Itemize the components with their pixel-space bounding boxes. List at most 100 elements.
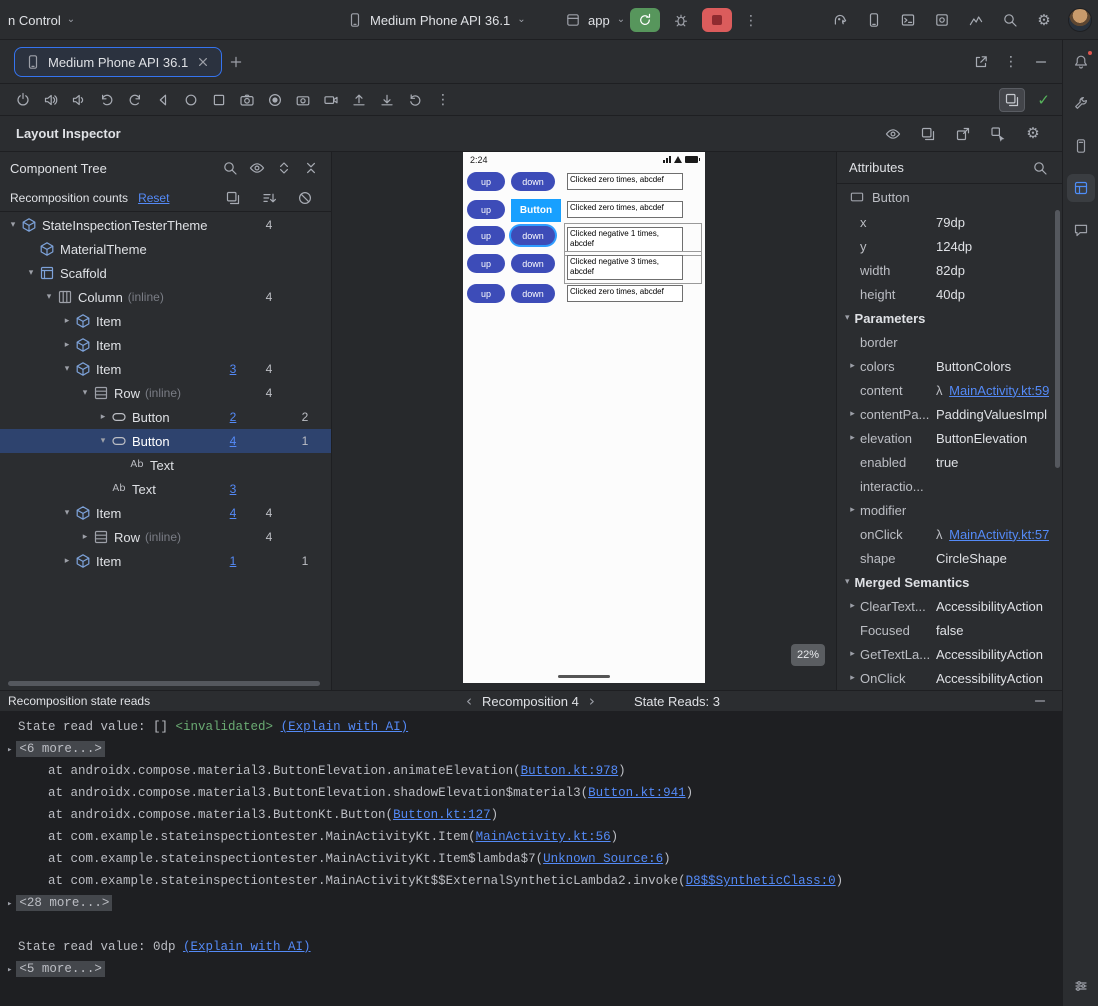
chevron-right-icon[interactable]: ▸ [845,433,860,443]
recomposition-count[interactable]: 3 [215,482,251,496]
settings-icon[interactable]: ⚙ [1030,6,1058,34]
minimize-icon[interactable] [1028,50,1054,74]
tree-node-stateinspectiontestertheme[interactable]: ▾ StateInspectionTesterTheme 4 [0,213,331,237]
up-button[interactable]: up [467,200,505,219]
restore-icon[interactable] [402,88,428,112]
attr-row-x[interactable]: x 79dp [837,210,1062,234]
user-avatar[interactable] [1068,8,1092,32]
attr-section-merged-semantics[interactable]: ▾ Merged Semantics [837,570,1062,594]
home-icon[interactable] [178,88,204,112]
layers-icon[interactable] [915,122,941,146]
chevron-right-icon[interactable]: ▸ [60,340,74,350]
attr-row-colors[interactable]: ▸ colors ButtonColors [837,354,1062,378]
zoom-level-badge[interactable]: 22% [790,644,825,666]
attr-row-enabled[interactable]: enabled true [837,450,1062,474]
pick-element-icon[interactable] [985,122,1011,146]
gradle-sync-icon[interactable] [826,6,854,34]
recomposition-count[interactable]: 4 [215,506,251,520]
chevron-right-icon[interactable]: ▸ [60,556,74,566]
tree-node-button[interactable]: ▸ Button 2 2 [0,405,331,429]
source-link[interactable]: Button.kt:127 [393,808,491,822]
attr-section-parameters[interactable]: ▾ Parameters [837,306,1062,330]
vertical-scrollbar[interactable] [1055,210,1060,468]
expand-icon[interactable]: ▸ [7,899,12,909]
tree-node-item[interactable]: ▸ Item 1 1 [0,549,331,573]
tree-node-row[interactable]: ▾ Row (inline) 4 [0,381,331,405]
tree-node-item[interactable]: ▾ Item 4 4 [0,501,331,525]
clear-icon[interactable] [287,188,323,208]
vcs-widget[interactable]: n Control ⌄ [2,0,81,40]
chevron-right-icon[interactable]: ▸ [96,412,110,422]
video-icon[interactable] [318,88,344,112]
chevron-down-icon[interactable]: ▾ [78,388,92,398]
source-link[interactable]: MainActivity.kt:57 [949,527,1049,542]
search-icon[interactable] [1030,158,1050,178]
tree-node-item[interactable]: ▸ Item [0,309,331,333]
down-button[interactable]: down [511,172,555,191]
tree-node-button[interactable]: ▾ Button 4 1 [0,429,331,453]
attr-row-width[interactable]: width 82dp [837,258,1062,282]
chevron-right-icon[interactable]: ▸ [845,505,860,515]
tree-node-item[interactable]: ▸ Item [0,333,331,357]
source-link[interactable]: Button.kt:941 [588,786,686,800]
more-icon[interactable]: ⋮ [430,88,456,112]
attr-row-height[interactable]: height 40dp [837,282,1062,306]
rerun-button[interactable] [630,8,660,32]
minimize-icon[interactable] [1032,693,1048,709]
chevron-right-icon[interactable]: ▸ [845,601,860,611]
phone-screen[interactable]: 2:24 Button up down Clicked zero times, ab… [463,152,705,683]
recomposition-count[interactable]: 1 [215,554,251,568]
rotate-right-icon[interactable] [122,88,148,112]
expand-all-icon[interactable] [274,158,294,178]
prev-recomposition-icon[interactable]: ‹ [466,693,472,709]
source-link[interactable]: (Explain with AI) [183,940,311,954]
app-inspection-icon[interactable] [928,6,956,34]
chevron-down-icon[interactable]: ▾ [42,292,56,302]
attr-row-interactio[interactable]: interactio... [837,474,1062,498]
settings-icon[interactable]: ⚙ [1020,122,1046,146]
search-icon[interactable] [996,6,1024,34]
visibility-icon[interactable] [247,158,267,178]
chevron-right-icon[interactable]: ▸ [845,649,860,659]
source-link[interactable]: Unknown Source:6 [543,852,663,866]
device-selector[interactable]: Medium Phone API 36.1 ⌄ [338,5,535,35]
tree-node-text[interactable]: Ab Text 3 [0,477,331,501]
tune-button[interactable] [1067,972,1095,1000]
attr-row-onclick[interactable]: ▸ OnClick AccessibilityAction [837,666,1062,690]
attr-row-gettextla[interactable]: ▸ GetTextLa... AccessibilityAction [837,642,1062,666]
device-tab[interactable]: Medium Phone API 36.1 [14,47,223,77]
tree-node-row[interactable]: ▸ Row (inline) 4 [0,525,331,549]
tree-node-scaffold[interactable]: ▾ Scaffold [0,261,331,285]
device-explorer-icon[interactable] [1067,132,1095,160]
attr-row-shape[interactable]: shape CircleShape [837,546,1062,570]
snapshot-toggle-button[interactable] [999,88,1026,112]
reset-counts-link[interactable]: Reset [138,191,169,205]
search-icon[interactable] [220,158,240,178]
live-updates-icon[interactable] [880,122,906,146]
volume-down-icon[interactable] [66,88,92,112]
tree-node-item[interactable]: ▾ Item 3 4 [0,357,331,381]
export-frame-icon[interactable] [950,122,976,146]
attr-row-y[interactable]: y 124dp [837,234,1062,258]
next-recomposition-icon[interactable]: › [589,693,595,709]
notifications-icon[interactable] [1067,48,1095,76]
chevron-right-icon[interactable]: ▸ [845,673,860,683]
chevron-down-icon[interactable]: ▾ [24,268,38,278]
screenshot-icon[interactable] [234,88,260,112]
open-in-new-icon[interactable] [968,50,994,74]
attr-row-cleartext[interactable]: ▸ ClearText... AccessibilityAction [837,594,1062,618]
recomposition-count[interactable]: 3 [215,362,251,376]
down-button[interactable]: down [511,284,555,303]
camera-icon[interactable] [290,88,316,112]
down-button[interactable]: down [511,226,555,245]
chevron-down-icon[interactable]: ▾ [60,364,74,374]
device-manager-icon[interactable] [860,6,888,34]
more-icon[interactable]: ⋮ [998,50,1024,74]
up-button[interactable]: up [467,254,505,273]
attr-row-focused[interactable]: Focused false [837,618,1062,642]
chevron-down-icon[interactable]: ▾ [96,436,110,446]
chat-icon[interactable] [1067,216,1095,244]
expand-icon[interactable]: ▸ [7,745,12,755]
recomposition-count[interactable]: 2 [215,410,251,424]
chevron-right-icon[interactable]: ▸ [845,409,860,419]
